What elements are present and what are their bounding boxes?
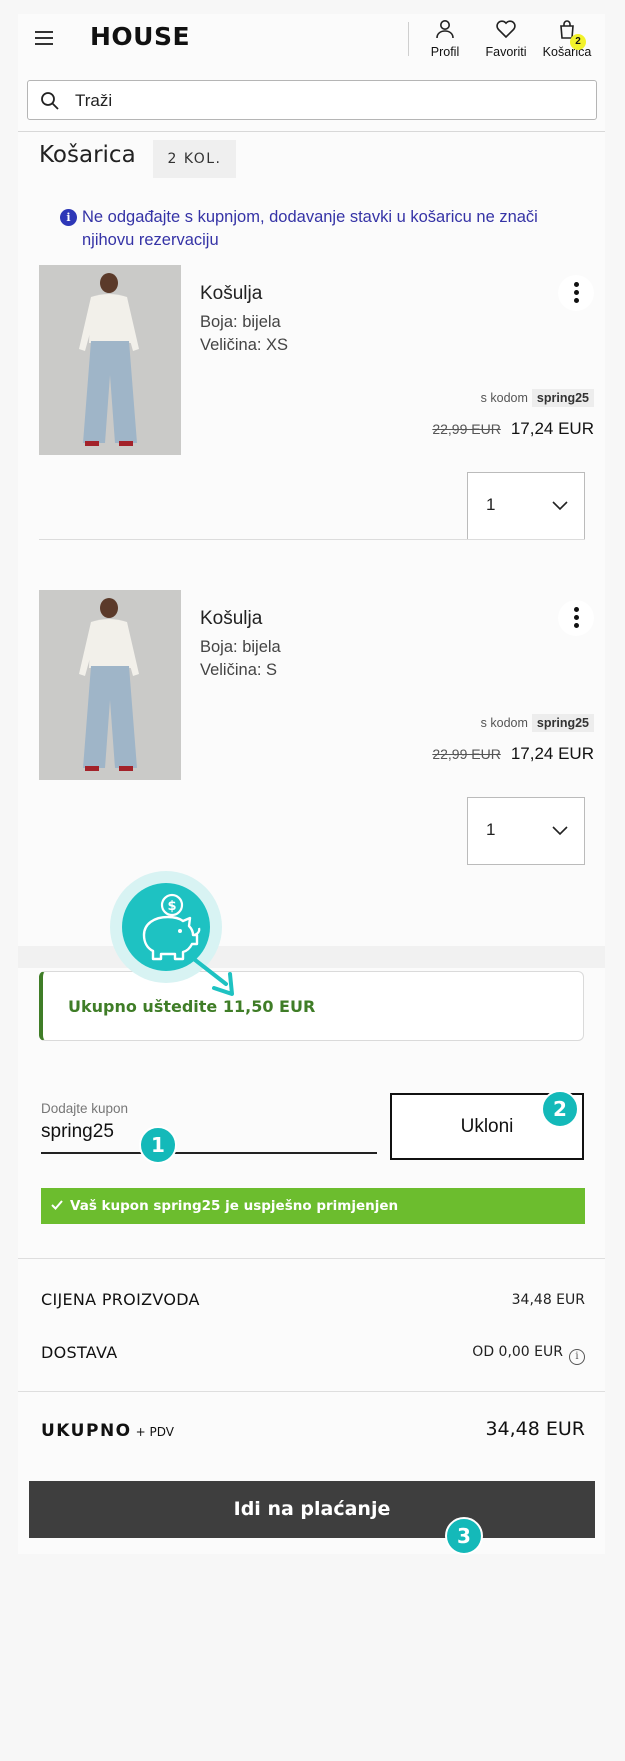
total-divider bbox=[18, 1391, 605, 1392]
code-prefix: s kodom bbox=[480, 391, 528, 405]
section-gap bbox=[18, 946, 605, 968]
step-marker-2: 2 bbox=[541, 1090, 579, 1128]
profile-label: Profil bbox=[430, 45, 460, 59]
old-price: 22,99 EUR bbox=[432, 421, 501, 437]
arrow-icon bbox=[188, 954, 234, 996]
total-label: UKUPNO bbox=[41, 1421, 132, 1441]
search-input[interactable]: Traži bbox=[27, 80, 597, 120]
more-vertical-icon[interactable] bbox=[558, 600, 594, 636]
delivery-value: OD 0,00 EUR bbox=[472, 1344, 563, 1360]
more-vertical-icon[interactable] bbox=[558, 275, 594, 311]
info-notice: i Ne odgađajte s kupnjom, dodavanje stav… bbox=[60, 206, 540, 252]
search-placeholder: Traži bbox=[75, 91, 113, 110]
svg-text:$: $ bbox=[167, 899, 176, 914]
delivery-label: DOSTAVA bbox=[41, 1343, 118, 1362]
header-divider bbox=[408, 22, 409, 56]
delivery-value-wrap: OD 0,00 EUR i bbox=[472, 1344, 585, 1365]
chevron-down-icon bbox=[552, 501, 568, 511]
favorites-label: Favoriti bbox=[485, 45, 527, 59]
cart-count-badge: 2 bbox=[570, 34, 586, 50]
coupon-input[interactable]: spring25 bbox=[41, 1121, 114, 1143]
step-marker-3: 3 bbox=[445, 1517, 483, 1555]
success-text: Vaš kupon spring25 je uspješno primjenje… bbox=[70, 1198, 399, 1214]
price-block: 22,99 EUR 17,24 EUR bbox=[432, 419, 594, 439]
savings-box: Ukupno uštedite 11,50 EUR bbox=[39, 971, 584, 1041]
summary-divider bbox=[18, 1258, 605, 1259]
coupon-code-line: s kodom spring25 bbox=[480, 714, 594, 732]
product-name[interactable]: Košulja bbox=[200, 283, 262, 305]
header-separator bbox=[18, 131, 605, 132]
cart-page: HOUSE Profil Favoriti 2 Košarica Traži K… bbox=[18, 14, 605, 1555]
coupon-success-message: Vaš kupon spring25 je uspješno primjenje… bbox=[41, 1188, 585, 1224]
step-marker-1: 1 bbox=[139, 1126, 177, 1164]
new-price: 17,24 EUR bbox=[510, 419, 594, 438]
total-value: 34,48 EUR bbox=[485, 1418, 585, 1440]
cart-button[interactable]: 2 Košarica bbox=[535, 18, 599, 59]
checkout-button[interactable]: Idi na plaćanje bbox=[29, 1481, 595, 1538]
old-price: 22,99 EUR bbox=[432, 746, 501, 762]
product-color: Boja: bijela bbox=[200, 313, 281, 331]
chevron-down-icon bbox=[552, 826, 568, 836]
info-icon: i bbox=[60, 209, 77, 226]
coupon-label: Dodajte kupon bbox=[41, 1101, 129, 1116]
quantity-value: 1 bbox=[486, 820, 496, 839]
cart-item: Košulja Boja: bijela Veličina: S s kodom… bbox=[39, 590, 594, 865]
heart-icon bbox=[496, 20, 516, 39]
product-size: Veličina: S bbox=[200, 661, 278, 679]
code-chip: spring25 bbox=[531, 389, 594, 407]
page-title: Košarica bbox=[39, 142, 136, 168]
product-color: Boja: bijela bbox=[200, 638, 281, 656]
total-label-wrap: UKUPNO + PDV bbox=[41, 1421, 174, 1441]
products-price-value: 34,48 EUR bbox=[511, 1292, 585, 1308]
product-name[interactable]: Košulja bbox=[200, 608, 262, 630]
menu-icon[interactable] bbox=[35, 31, 53, 45]
info-icon[interactable]: i bbox=[569, 1349, 585, 1365]
new-price: 17,24 EUR bbox=[510, 744, 594, 763]
code-chip: spring25 bbox=[531, 714, 594, 732]
quantity-select[interactable]: 1 bbox=[467, 797, 585, 865]
product-image[interactable] bbox=[39, 265, 181, 455]
logo[interactable]: HOUSE bbox=[90, 22, 190, 51]
profile-button[interactable]: Profil bbox=[413, 18, 477, 59]
coupon-code-line: s kodom spring25 bbox=[480, 389, 594, 407]
vat-suffix: + PDV bbox=[135, 1425, 174, 1439]
products-price-label: CIJENA PROIZVODA bbox=[41, 1290, 200, 1309]
check-icon bbox=[51, 1200, 63, 1210]
item-divider bbox=[39, 539, 585, 540]
favorites-button[interactable]: Favoriti bbox=[474, 18, 538, 59]
quantity-value: 1 bbox=[486, 495, 496, 514]
item-count-tag: 2 KOL. bbox=[153, 140, 236, 178]
quantity-select[interactable]: 1 bbox=[467, 472, 585, 540]
price-block: 22,99 EUR 17,24 EUR bbox=[432, 744, 594, 764]
cart-label: Košarica bbox=[542, 45, 592, 59]
product-size: Veličina: XS bbox=[200, 336, 289, 354]
product-image[interactable] bbox=[39, 590, 181, 780]
info-message: Ne odgađajte s kupnjom, dodavanje stavki… bbox=[82, 208, 538, 249]
site-header: HOUSE Profil Favoriti 2 Košarica bbox=[18, 14, 605, 70]
coupon-underline bbox=[41, 1152, 377, 1154]
code-prefix: s kodom bbox=[480, 716, 528, 730]
search-icon bbox=[41, 92, 59, 110]
user-icon bbox=[436, 20, 454, 39]
cart-item: Košulja Boja: bijela Veličina: XS s kodo… bbox=[39, 265, 594, 540]
